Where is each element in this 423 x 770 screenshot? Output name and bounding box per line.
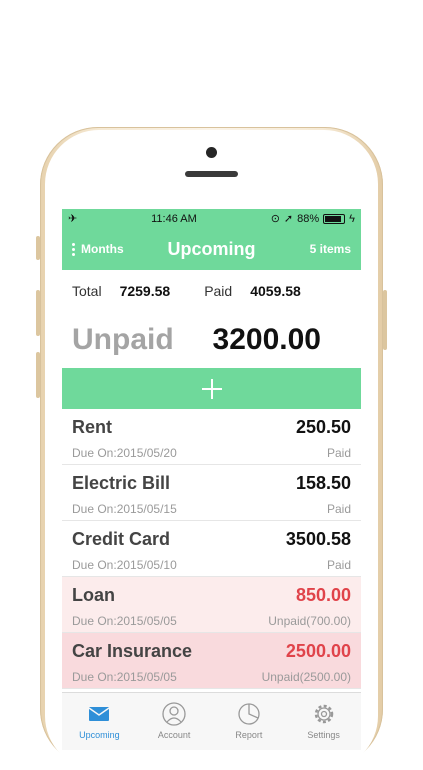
volume-down-button <box>36 352 40 398</box>
bill-list: Rent 250.50 Due On:2015/05/20 Paid Elect… <box>62 409 361 689</box>
bill-row[interactable]: Loan 850.00 Due On:2015/05/05 Unpaid(700… <box>62 577 361 633</box>
tab-bar: Upcoming Account Report Settings <box>62 692 361 750</box>
tab-label: Account <box>157 730 191 740</box>
months-label: Months <box>81 242 124 256</box>
bill-amount: 850.00 <box>295 585 351 605</box>
airplane-icon: ✈ <box>68 213 78 225</box>
bill-due-date: Due On:2015/05/05 <box>72 614 177 628</box>
paid-label: Paid <box>204 283 233 299</box>
status-time: 11:46 AM <box>151 212 197 225</box>
rotation-lock-icon: ⊙ <box>270 213 280 225</box>
bill-name: Car Insurance <box>72 641 193 661</box>
envelope-icon <box>88 707 110 721</box>
bill-amount: 158.50 <box>295 473 351 493</box>
bill-row[interactable]: Car Insurance 2500.00 Due On:2015/05/05 … <box>62 633 361 689</box>
summary-row: Total 7259.58 Paid 4059.58 <box>62 270 361 312</box>
volume-up-button <box>36 290 40 336</box>
tab-account[interactable]: Account <box>137 693 212 750</box>
paid-value: 4059.58 <box>250 283 301 299</box>
header: ✈ 11:46 AM ⊙ ➚ 88% ϟ Months Upcoming 5 i… <box>62 209 361 270</box>
tab-report[interactable]: Report <box>212 693 287 750</box>
bill-due-date: Due On:2015/05/15 <box>72 502 177 516</box>
user-icon <box>162 702 186 726</box>
battery-icon <box>323 213 346 224</box>
app-screen: ✈ 11:46 AM ⊙ ➚ 88% ϟ Months Upcoming 5 i… <box>62 209 361 750</box>
total-label: Total <box>72 283 102 299</box>
unpaid-value: 3200.00 <box>212 323 321 356</box>
status-right: ⊙ ➚ 88% ϟ <box>270 212 355 226</box>
bill-status: Unpaid(700.00) <box>268 614 351 628</box>
front-camera <box>206 147 217 158</box>
bill-status: Paid <box>326 558 351 572</box>
bill-due-date: Due On:2015/05/20 <box>72 446 177 460</box>
bill-row[interactable]: Rent 250.50 Due On:2015/05/20 Paid <box>62 409 361 465</box>
bill-row[interactable]: Electric Bill 158.50 Due On:2015/05/15 P… <box>62 465 361 521</box>
status-bar: ✈ 11:46 AM ⊙ ➚ 88% ϟ <box>62 209 361 228</box>
battery-percent: 88% <box>297 212 320 225</box>
unpaid-row: Unpaid 3200.00 <box>62 312 361 368</box>
tab-settings[interactable]: Settings <box>286 693 361 750</box>
items-count[interactable]: 5 items <box>310 242 351 256</box>
bill-name: Rent <box>72 417 112 437</box>
bill-name: Credit Card <box>72 529 171 549</box>
tab-label: Upcoming <box>79 730 120 740</box>
bill-amount: 2500.00 <box>285 641 351 661</box>
menu-dots-icon <box>72 242 75 256</box>
pie-chart-icon <box>238 703 260 725</box>
bill-name: Loan <box>72 585 115 605</box>
mute-switch <box>36 236 40 260</box>
charging-icon: ϟ <box>349 212 355 225</box>
earpiece-speaker <box>185 171 238 177</box>
bill-due-date: Due On:2015/05/10 <box>72 558 177 572</box>
add-bill-button[interactable] <box>62 368 361 409</box>
bill-status: Unpaid(2500.00) <box>261 670 351 684</box>
location-icon: ➚ <box>283 213 294 225</box>
power-button <box>383 290 387 350</box>
bill-amount: 3500.58 <box>285 529 351 549</box>
tab-upcoming[interactable]: Upcoming <box>62 693 137 750</box>
unpaid-label: Unpaid <box>72 323 174 356</box>
bill-status: Paid <box>326 446 351 460</box>
navbar: Months Upcoming 5 items <box>62 228 361 270</box>
bill-status: Paid <box>326 502 351 516</box>
plus-icon <box>201 378 222 399</box>
total-value: 7259.58 <box>119 283 171 299</box>
bill-due-date: Due On:2015/05/05 <box>72 670 177 684</box>
tab-label: Settings <box>307 730 340 740</box>
bill-name: Electric Bill <box>72 473 171 493</box>
months-button[interactable]: Months <box>72 242 124 256</box>
bill-row[interactable]: Credit Card 3500.58 Due On:2015/05/10 Pa… <box>62 521 361 577</box>
tab-label: Report <box>235 730 263 740</box>
bill-amount: 250.50 <box>295 417 351 437</box>
gear-icon <box>314 704 333 724</box>
